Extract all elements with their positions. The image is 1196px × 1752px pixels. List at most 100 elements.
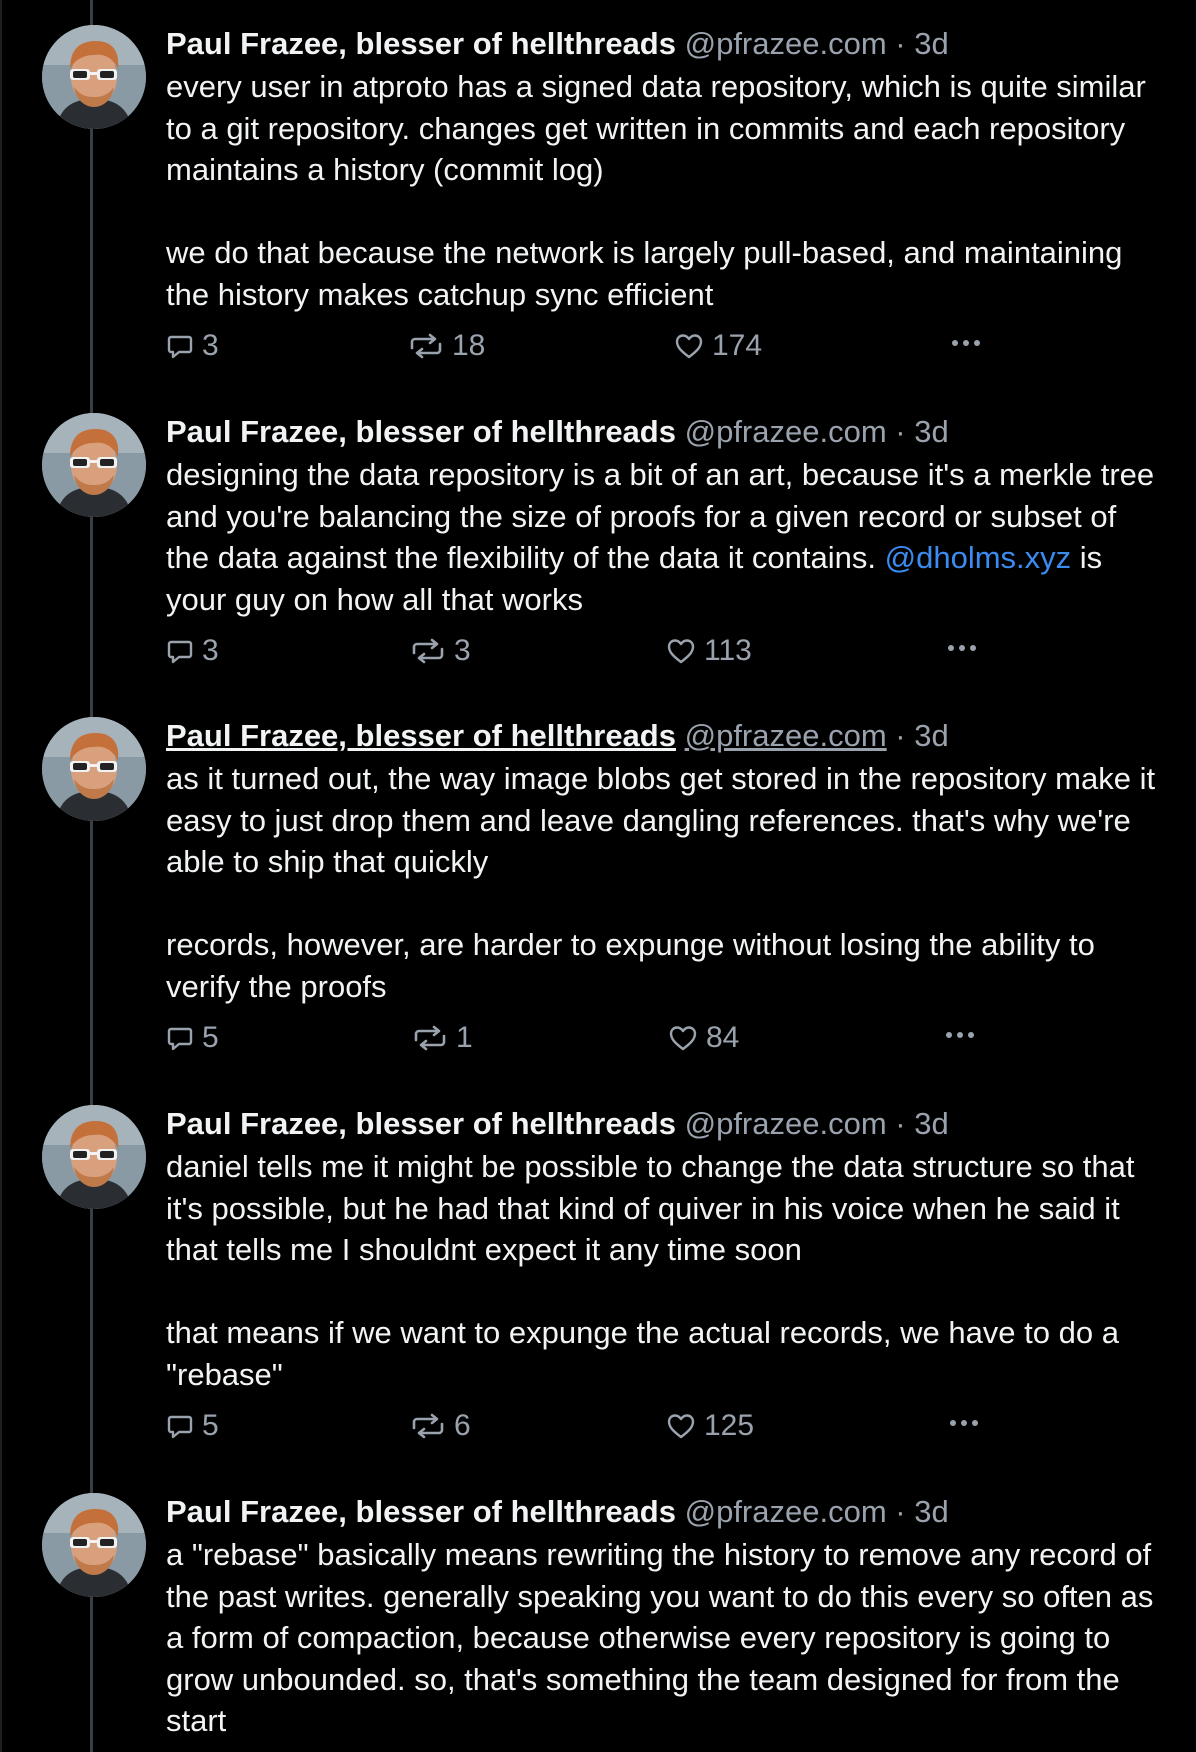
ellipsis-icon [950,338,982,348]
like-button[interactable]: 84 [668,1021,739,1055]
like-count: 84 [706,1021,740,1054]
reply-button[interactable]: 5 [166,1021,219,1055]
thread-line [90,0,93,1752]
more-options-button[interactable] [950,335,982,353]
separator: · [895,1106,906,1141]
speech-bubble-icon [166,1412,194,1440]
author-name[interactable]: Paul Frazee, blesser of hellthreads [166,414,676,449]
paragraph: designing the data repository is a bit o… [166,454,1156,620]
avatar[interactable] [42,1105,146,1209]
post-text: every user in atproto has a signed data … [166,66,1156,315]
avatar-image [42,717,146,821]
like-count: 125 [704,1409,755,1442]
paragraph: that means if we want to expunge the act… [166,1315,1119,1392]
ellipsis-icon [944,1030,976,1040]
post-content: Paul Frazee, blesser of hellthreads @pfr… [166,410,1156,684]
repost-button[interactable]: 1 [412,1021,473,1055]
repost-arrows-icon [410,1412,446,1440]
post-content: Paul Frazee, blesser of hellthreads @pfr… [166,22,1156,379]
separator: · [895,414,906,449]
post-text: as it turned out, the way image blobs ge… [166,758,1156,1007]
reply-button[interactable]: 3 [166,634,219,668]
author-handle[interactable]: @pfrazee.com [685,414,887,449]
author-name[interactable]: Paul Frazee, blesser of hellthreads [166,26,676,61]
like-count: 174 [712,329,763,362]
reply-button[interactable]: 3 [166,329,219,363]
repost-count: 18 [452,329,486,362]
avatar[interactable] [42,1493,146,1597]
more-options-button[interactable] [946,640,978,658]
paragraph: every user in atproto has a signed data … [166,69,1146,187]
repost-arrows-icon [408,332,444,360]
like-button[interactable]: 174 [674,329,762,363]
author-handle[interactable]: @pfrazee.com [685,1494,887,1529]
repost-count: 6 [454,1409,471,1442]
post-content: Paul Frazee, blesser of hellthreads @pfr… [166,1490,1156,1742]
author-handle[interactable]: @pfrazee.com [685,718,887,753]
avatar[interactable] [42,717,146,821]
avatar-image [42,1105,146,1209]
separator: · [895,1494,906,1529]
reply-count: 5 [202,1021,219,1054]
paragraph: as it turned out, the way image blobs ge… [166,761,1156,879]
repost-button[interactable]: 3 [410,634,471,668]
post-content: Paul Frazee, blesser of hellthreads @pfr… [166,714,1156,1071]
separator: · [895,718,906,753]
action-bar: 5 1 84 [166,1021,1156,1071]
post-header: Paul Frazee, blesser of hellthreads @pfr… [166,1102,1156,1146]
timestamp[interactable]: 3d [914,1106,948,1141]
avatar[interactable] [42,25,146,129]
author-handle[interactable]: @pfrazee.com [685,1106,887,1141]
timestamp[interactable]: 3d [914,26,948,61]
repost-button[interactable]: 18 [408,329,485,363]
timestamp[interactable]: 3d [914,718,948,753]
author-name[interactable]: Paul Frazee, blesser of hellthreads [166,1106,676,1141]
like-count: 113 [704,634,752,667]
post-header: Paul Frazee, blesser of hellthreads @pfr… [166,410,1156,454]
post-content: Paul Frazee, blesser of hellthreads @pfr… [166,1102,1156,1459]
reply-count: 3 [202,634,219,667]
like-button[interactable]: 125 [666,1409,754,1443]
avatar[interactable] [42,413,146,517]
paragraph: we do that because the network is largel… [166,235,1123,312]
mention-link[interactable]: @dholms.xyz [885,540,1072,575]
repost-arrows-icon [412,1024,448,1052]
action-bar: 3 18 174 [166,329,1156,379]
ellipsis-icon [948,1418,980,1428]
reply-count: 3 [202,329,219,362]
more-options-button[interactable] [944,1027,976,1045]
left-border [0,0,2,1752]
post-header: Paul Frazee, blesser of hellthreads @pfr… [166,22,1156,66]
heart-icon [666,637,696,665]
reply-count: 5 [202,1409,219,1442]
like-button[interactable]: 113 [666,634,752,668]
post-text: a "rebase" basically means rewriting the… [166,1534,1156,1742]
avatar-image [42,25,146,129]
action-bar: 5 6 125 [166,1409,1156,1459]
timestamp[interactable]: 3d [914,1494,948,1529]
paragraph: records, however, are harder to expunge … [166,927,1095,1004]
heart-icon [666,1412,696,1440]
more-options-button[interactable] [948,1415,980,1433]
paragraph: a "rebase" basically means rewriting the… [166,1537,1154,1738]
timestamp[interactable]: 3d [914,414,948,449]
repost-count: 3 [454,634,471,667]
ellipsis-icon [946,643,978,653]
author-handle[interactable]: @pfrazee.com [685,26,887,61]
avatar-image [42,413,146,517]
author-name[interactable]: Paul Frazee, blesser of hellthreads [166,718,676,753]
post-text: daniel tells me it might be possible to … [166,1146,1156,1395]
heart-icon [674,332,704,360]
author-name[interactable]: Paul Frazee, blesser of hellthreads [166,1494,676,1529]
repost-count: 1 [456,1021,473,1054]
paragraph: daniel tells me it might be possible to … [166,1149,1135,1267]
repost-button[interactable]: 6 [410,1409,471,1443]
separator: · [895,26,906,61]
avatar-image [42,1493,146,1597]
action-bar: 3 3 113 [166,634,1156,684]
post-header: Paul Frazee, blesser of hellthreads @pfr… [166,1490,1156,1534]
post-text: designing the data repository is a bit o… [166,454,1156,620]
reply-button[interactable]: 5 [166,1409,219,1443]
heart-icon [668,1024,698,1052]
repost-arrows-icon [410,637,446,665]
